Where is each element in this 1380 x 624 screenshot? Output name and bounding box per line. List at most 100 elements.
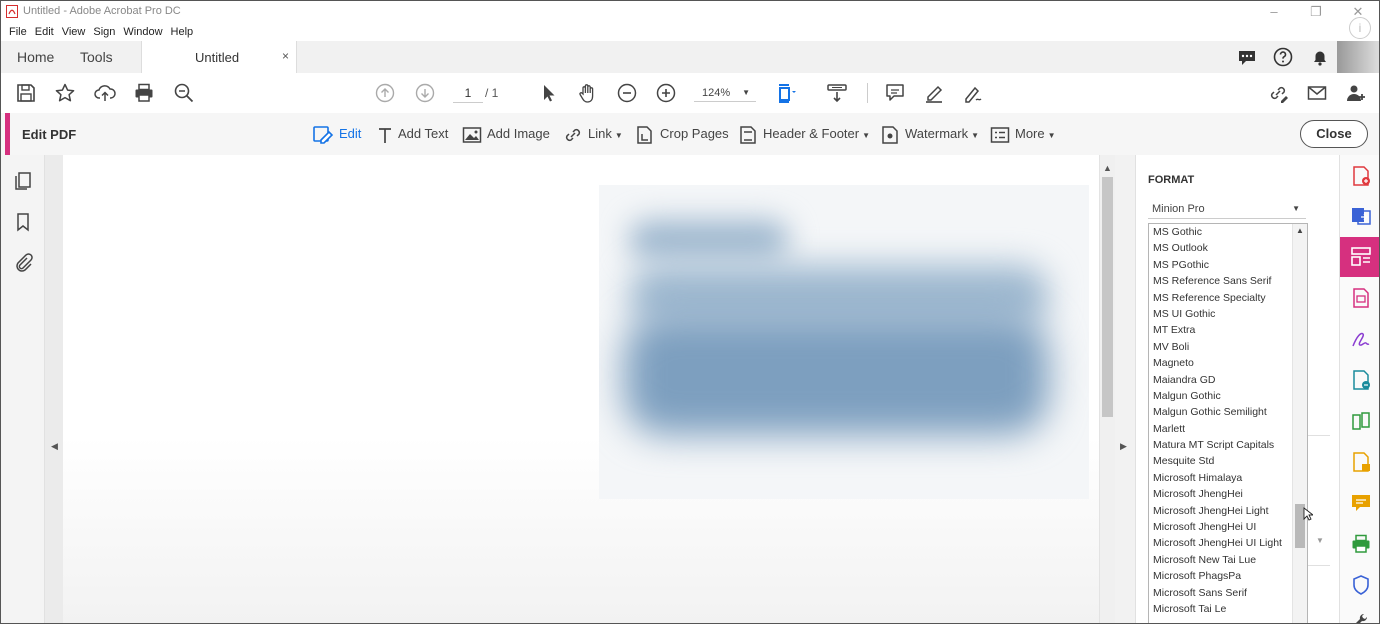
- font-option[interactable]: MS PGothic: [1149, 257, 1307, 273]
- add-text-button[interactable]: Add Text: [377, 124, 448, 144]
- font-option[interactable]: Microsoft JhengHei UI: [1149, 519, 1307, 535]
- font-option[interactable]: Marlett: [1149, 421, 1307, 437]
- font-family-select[interactable]: Minion Pro ▼: [1148, 199, 1306, 219]
- menu-view[interactable]: View: [62, 23, 86, 41]
- font-option[interactable]: MS UI Gothic: [1149, 306, 1307, 322]
- hand-tool-icon[interactable]: [577, 82, 599, 104]
- zoom-in-icon[interactable]: [655, 82, 677, 104]
- send-for-signature-icon[interactable]: [1350, 369, 1372, 391]
- font-option[interactable]: MS Gothic: [1149, 224, 1307, 240]
- scrolling-mode-icon[interactable]: [826, 82, 848, 104]
- upload-cloud-icon[interactable]: [94, 82, 116, 104]
- font-option[interactable]: Microsoft JhengHei Light: [1149, 503, 1307, 519]
- attachments-paperclip-icon[interactable]: [12, 252, 34, 274]
- menu-help[interactable]: Help: [171, 23, 194, 41]
- font-option[interactable]: MS Reference Sans Serif: [1149, 273, 1307, 289]
- account-area[interactable]: [1337, 41, 1379, 73]
- menu-window[interactable]: Window: [123, 23, 162, 41]
- protect-pdf-icon[interactable]: [1350, 451, 1372, 473]
- bookmarks-icon[interactable]: [12, 211, 34, 233]
- next-page-icon[interactable]: [414, 82, 436, 104]
- tab-document[interactable]: Untitled ×: [141, 41, 297, 73]
- add-image-button[interactable]: Add Image: [462, 124, 550, 144]
- restore-button[interactable]: ❐: [1301, 3, 1331, 21]
- font-option[interactable]: Microsoft Himalaya: [1149, 470, 1307, 486]
- selected-font: Minion Pro: [1152, 203, 1205, 215]
- create-form-icon[interactable]: [1350, 287, 1372, 309]
- print-icon[interactable]: [133, 82, 155, 104]
- menu-sign[interactable]: Sign: [93, 23, 115, 41]
- edit-pdf-title: Edit PDF: [22, 127, 77, 142]
- font-option[interactable]: Microsoft New Tai Lue: [1149, 552, 1307, 568]
- edit-button[interactable]: Edit: [312, 124, 361, 144]
- tab-home[interactable]: Home: [17, 49, 54, 65]
- more-button[interactable]: More ▼: [990, 124, 1056, 144]
- fill-sign-icon[interactable]: [1350, 328, 1372, 350]
- font-option[interactable]: Microsoft PhagsPa: [1149, 568, 1307, 584]
- save-icon[interactable]: [15, 82, 37, 104]
- font-option[interactable]: Maiandra GD: [1149, 372, 1307, 388]
- scroll-up-icon[interactable]: ▲: [1296, 226, 1304, 235]
- protect-shield-icon[interactable]: [1350, 574, 1372, 596]
- zoom-level-select[interactable]: 124% ▼: [694, 84, 756, 102]
- left-panel-toggle[interactable]: ◀: [45, 155, 63, 623]
- export-pdf-icon[interactable]: [1350, 205, 1372, 227]
- email-icon[interactable]: [1306, 82, 1328, 104]
- font-option[interactable]: Matura MT Script Capitals: [1149, 437, 1307, 453]
- create-pdf-icon[interactable]: [1350, 165, 1372, 187]
- right-panel-toggle[interactable]: ▶: [1115, 155, 1135, 623]
- font-list-scrollbar[interactable]: ▲: [1292, 224, 1307, 623]
- font-option[interactable]: Microsoft JhengHei: [1149, 486, 1307, 502]
- menu-file[interactable]: File: [9, 23, 27, 41]
- more-tools-wrench-icon[interactable]: [1350, 611, 1372, 624]
- scrollbar-thumb[interactable]: [1102, 177, 1113, 417]
- font-option[interactable]: Mesquite Std: [1149, 453, 1307, 469]
- notifications-bell-icon[interactable]: [1309, 46, 1331, 68]
- highlight-pen-icon[interactable]: [923, 82, 945, 104]
- menu-edit[interactable]: Edit: [35, 23, 54, 41]
- page-thumbnails-icon[interactable]: [12, 170, 34, 192]
- tab-tools[interactable]: Tools: [80, 49, 113, 65]
- comment-tool-icon[interactable]: [1350, 492, 1372, 514]
- bookmark-star-icon[interactable]: [54, 82, 76, 104]
- share-user-icon[interactable]: [1345, 82, 1367, 104]
- minimize-button[interactable]: –: [1259, 3, 1289, 21]
- font-option[interactable]: MS Reference Specialty: [1149, 290, 1307, 306]
- organize-pages-icon[interactable]: [1350, 410, 1372, 432]
- watermark-icon: [882, 125, 898, 144]
- sign-icon[interactable]: [962, 82, 984, 104]
- font-option[interactable]: Microsoft Sans Serif: [1149, 585, 1307, 601]
- zoom-out-search-icon[interactable]: [173, 82, 195, 104]
- font-option[interactable]: Microsoft Tai Le: [1149, 601, 1307, 617]
- header-footer-button[interactable]: Header & Footer ▼: [738, 124, 870, 144]
- comments-icon[interactable]: [1236, 46, 1258, 68]
- crop-pages-button[interactable]: Crop Pages: [635, 124, 729, 144]
- print-production-icon[interactable]: [1350, 533, 1372, 555]
- text-t-icon: [379, 127, 391, 143]
- edit-pdf-tool-icon[interactable]: [1350, 246, 1372, 268]
- font-option[interactable]: Microsoft JhengHei UI Light: [1149, 535, 1307, 551]
- font-option[interactable]: MV Boli: [1149, 339, 1307, 355]
- page-fit-icon[interactable]: [776, 82, 798, 104]
- font-option[interactable]: MS Outlook: [1149, 240, 1307, 256]
- document-canvas[interactable]: [63, 155, 1099, 623]
- link-edit-icon[interactable]: [1267, 82, 1289, 104]
- font-option[interactable]: Magneto: [1149, 355, 1307, 371]
- page-number-input[interactable]: 1: [453, 84, 483, 103]
- scroll-up-icon[interactable]: ▲: [1103, 163, 1112, 173]
- font-option[interactable]: Malgun Gothic: [1149, 388, 1307, 404]
- select-arrow-icon[interactable]: [537, 82, 559, 104]
- info-icon[interactable]: i: [1349, 17, 1371, 39]
- previous-page-icon[interactable]: [374, 82, 396, 104]
- close-edit-button[interactable]: Close: [1300, 120, 1368, 148]
- zoom-out-icon[interactable]: [616, 82, 638, 104]
- comment-icon[interactable]: [884, 82, 906, 104]
- help-icon[interactable]: [1272, 46, 1294, 68]
- link-dropdown-button[interactable]: Link ▼: [563, 124, 623, 144]
- watermark-button[interactable]: Watermark ▼: [880, 124, 979, 144]
- font-option[interactable]: Malgun Gothic Semilight: [1149, 404, 1307, 420]
- font-dropdown-list[interactable]: MS Gothic MS Outlook MS PGothic MS Refer…: [1148, 223, 1308, 623]
- font-option[interactable]: MT Extra: [1149, 322, 1307, 338]
- tab-close-icon[interactable]: ×: [282, 49, 289, 63]
- document-scrollbar[interactable]: ▲: [1099, 155, 1116, 623]
